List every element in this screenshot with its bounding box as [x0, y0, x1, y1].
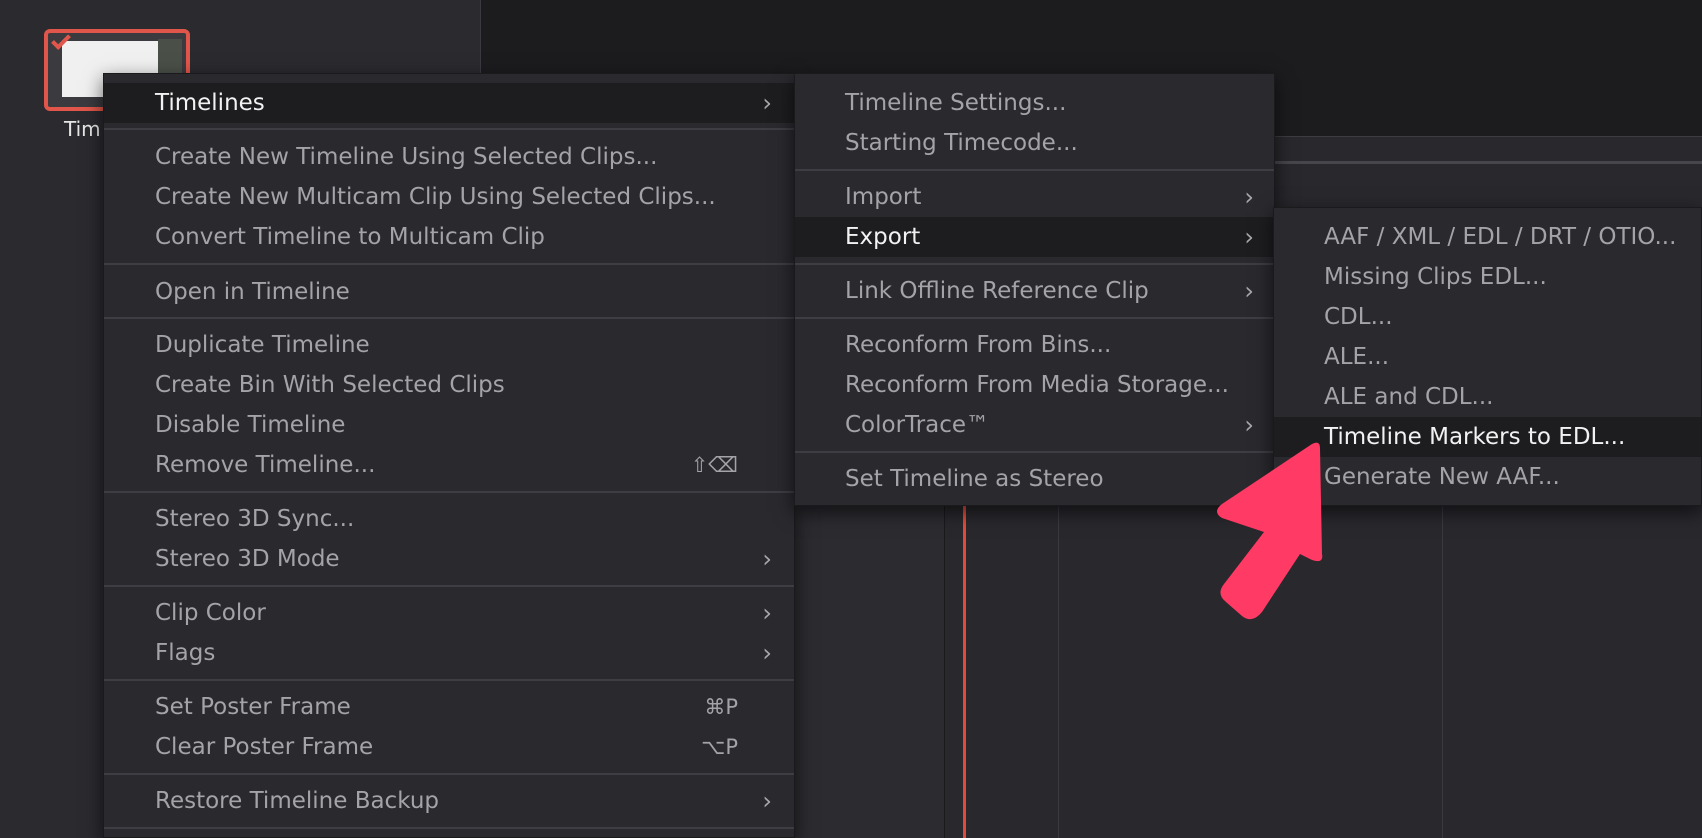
thumbnail-label: Tim [64, 117, 101, 141]
menu-item-export-aaf-xml[interactable]: AAF / XML / EDL / DRT / OTIO... [1274, 217, 1701, 257]
menu-item-label: Open in Timeline [155, 279, 350, 305]
menu-item-cdl[interactable]: CDL... [1274, 297, 1701, 337]
chevron-right-icon: › [762, 89, 772, 117]
menu-item-label: Timeline Settings... [845, 90, 1067, 116]
shortcut-option-p: ⌥P [701, 735, 738, 759]
menu-item-restore-backup[interactable]: Restore Timeline Backup › [104, 781, 794, 821]
menu-item-label: Reconform From Bins... [845, 332, 1112, 358]
context-menu: Timelines › Create New Timeline Using Se… [103, 73, 795, 838]
menu-item-create-new-timeline[interactable]: Create New Timeline Using Selected Clips… [104, 137, 794, 177]
timeline-track-header [795, 470, 945, 838]
menu-item-label: Stereo 3D Mode [155, 546, 340, 572]
menu-item-remove-timeline[interactable]: Remove Timeline... ⇧⌫ [104, 445, 794, 485]
menu-item-clear-poster-frame[interactable]: Clear Poster Frame ⌥P [104, 727, 794, 767]
menu-item-timelines[interactable]: Timelines › [104, 83, 794, 123]
menu-separator [104, 827, 794, 829]
menu-item-label: Disable Timeline [155, 412, 346, 438]
menu-item-label: Starting Timecode... [845, 130, 1078, 156]
menu-item-label: ColorTrace™ [845, 412, 990, 438]
menu-item-label: Create Bin With Selected Clips [155, 372, 505, 398]
menu-separator [795, 263, 1274, 265]
chevron-right-icon: › [762, 599, 772, 627]
menu-item-label: Set Timeline as Stereo [845, 466, 1104, 492]
timeline-ruler [1270, 161, 1702, 164]
menu-item-label: ALE and CDL... [1324, 384, 1494, 410]
menu-item-starting-timecode[interactable]: Starting Timecode... [795, 123, 1274, 163]
menu-separator [795, 451, 1274, 453]
playhead[interactable] [963, 480, 966, 838]
menu-item-link-offline-reference[interactable]: Link Offline Reference Clip › [795, 271, 1274, 311]
menu-item-label: Create New Multicam Clip Using Selected … [155, 184, 716, 210]
menu-item-stereo-3d-sync[interactable]: Stereo 3D Sync... [104, 499, 794, 539]
menu-item-missing-clips-edl[interactable]: Missing Clips EDL... [1274, 257, 1701, 297]
chevron-right-icon: › [762, 545, 772, 573]
menu-item-label: CDL... [1324, 304, 1393, 330]
menu-separator [104, 317, 794, 319]
menu-item-reconform-media-storage[interactable]: Reconform From Media Storage... [795, 365, 1274, 405]
menu-item-label: Duplicate Timeline [155, 332, 370, 358]
menu-item-label: Convert Timeline to Multicam Clip [155, 224, 545, 250]
chevron-right-icon: › [1244, 223, 1254, 251]
chevron-right-icon: › [1244, 183, 1254, 211]
menu-item-create-multicam-clip[interactable]: Create New Multicam Clip Using Selected … [104, 177, 794, 217]
menu-separator [104, 263, 794, 265]
menu-item-convert-to-multicam[interactable]: Convert Timeline to Multicam Clip [104, 217, 794, 257]
menu-item-label: AAF / XML / EDL / DRT / OTIO... [1324, 224, 1677, 250]
chevron-right-icon: › [1244, 277, 1254, 305]
menu-item-set-timeline-stereo[interactable]: Set Timeline as Stereo [795, 459, 1274, 499]
menu-item-label: Stereo 3D Sync... [155, 506, 355, 532]
menu-item-label: Reconform From Media Storage... [845, 372, 1229, 398]
menu-item-label: Missing Clips EDL... [1324, 264, 1547, 290]
menu-item-import[interactable]: Import › [795, 177, 1274, 217]
menu-item-label: ALE... [1324, 344, 1390, 370]
menu-item-open-in-timeline[interactable]: Open in Timeline [104, 272, 794, 312]
timeline-grid-line [1442, 480, 1443, 838]
menu-item-create-bin[interactable]: Create Bin With Selected Clips [104, 365, 794, 405]
menu-item-export[interactable]: Export › [795, 217, 1274, 257]
menu-item-label: Restore Timeline Backup [155, 788, 439, 814]
menu-item-reconform-bins[interactable]: Reconform From Bins... [795, 325, 1274, 365]
menu-item-duplicate-timeline[interactable]: Duplicate Timeline [104, 325, 794, 365]
menu-item-label: Clip Color [155, 600, 266, 626]
menu-item-label: Flags [155, 640, 216, 666]
menu-item-ale[interactable]: ALE... [1274, 337, 1701, 377]
chevron-right-icon: › [762, 787, 772, 815]
menu-item-label: Timelines [155, 90, 265, 116]
menu-item-timeline-settings[interactable]: Timeline Settings... [795, 83, 1274, 123]
timeline-grid-line [1058, 480, 1059, 838]
menu-item-disable-timeline[interactable]: Disable Timeline [104, 405, 794, 445]
annotation-arrow-icon [1217, 442, 1323, 620]
menu-item-label: Timeline Markers to EDL... [1324, 424, 1626, 450]
menu-item-stereo-3d-mode[interactable]: Stereo 3D Mode › [104, 539, 794, 579]
menu-separator [104, 128, 794, 130]
menu-separator [795, 317, 1274, 319]
menu-separator [104, 679, 794, 681]
menu-item-label: Link Offline Reference Clip [845, 278, 1149, 304]
menu-item-label: Set Poster Frame [155, 694, 351, 720]
chevron-right-icon: › [1244, 411, 1254, 439]
timelines-submenu: Timeline Settings... Starting Timecode..… [794, 73, 1275, 506]
menu-separator [104, 773, 794, 775]
menu-item-label: Export [845, 224, 921, 250]
menu-item-ale-and-cdl[interactable]: ALE and CDL... [1274, 377, 1701, 417]
menu-item-label: Clear Poster Frame [155, 734, 374, 760]
menu-item-label: Import [845, 184, 922, 210]
menu-item-flags[interactable]: Flags › [104, 633, 794, 673]
menu-item-label: Create New Timeline Using Selected Clips… [155, 144, 658, 170]
menu-item-label: Generate New AAF... [1324, 464, 1560, 490]
chevron-right-icon: › [762, 639, 772, 667]
menu-item-label: Remove Timeline... [155, 452, 376, 478]
shortcut-cmd-p: ⌘P [704, 695, 738, 719]
menu-item-colortrace[interactable]: ColorTrace™ › [795, 405, 1274, 445]
shortcut-shift-delete: ⇧⌫ [690, 453, 738, 477]
menu-separator [104, 491, 794, 493]
menu-item-set-poster-frame[interactable]: Set Poster Frame ⌘P [104, 687, 794, 727]
menu-item-clip-color[interactable]: Clip Color › [104, 593, 794, 633]
track-divider [944, 480, 945, 838]
menu-separator [104, 585, 794, 587]
menu-separator [795, 169, 1274, 171]
